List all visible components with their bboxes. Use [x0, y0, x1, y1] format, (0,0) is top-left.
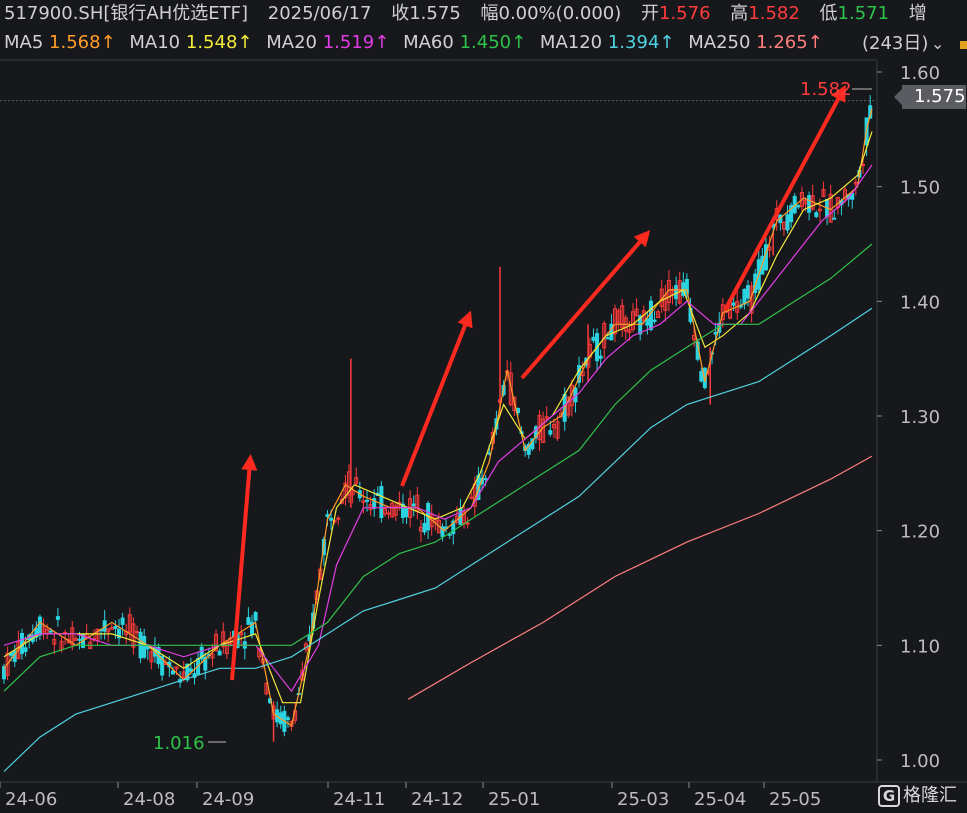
candle-body: [861, 163, 866, 166]
candle-body: [591, 336, 596, 341]
candle-body: [329, 517, 334, 521]
logo-icon: G: [878, 785, 900, 807]
candle-body: [253, 612, 258, 621]
candle-body: [170, 670, 175, 675]
ma-line-ma10: [3, 131, 873, 704]
candle-body: [365, 499, 370, 502]
candle-body: [48, 630, 53, 633]
grid-lines: [0, 59, 967, 783]
candle-body: [465, 522, 470, 525]
current-price-tag: 1.575: [894, 85, 966, 109]
candle-body: [731, 302, 736, 306]
candle-body: [652, 319, 657, 322]
y-tick-label: 1.30: [900, 407, 940, 428]
candle-body: [422, 522, 427, 533]
candle-body: [832, 217, 837, 220]
candle-body: [548, 430, 553, 435]
y-tick-label: 1.10: [900, 636, 940, 657]
x-tick-label: 25-03: [617, 789, 669, 810]
x-tick-label: 24-12: [411, 789, 463, 810]
price-chart[interactable]: 1.001.101.201.301.401.501.60 24-06 24-08 2…: [0, 0, 967, 813]
y-tick-label: 1.40: [900, 292, 940, 313]
trend-arrow: [400, 310, 473, 487]
candle-body: [2, 666, 6, 680]
trend-arrows: [230, 84, 846, 681]
candlesticks: [2, 95, 873, 742]
candle-body: [814, 212, 819, 218]
x-tick-label: 24-06: [5, 789, 57, 810]
candle-body: [23, 647, 28, 652]
candle-body: [188, 668, 193, 672]
candle-body: [386, 512, 391, 515]
candle-body: [285, 717, 290, 720]
candle-body: [134, 631, 139, 634]
candle-body: [742, 288, 747, 305]
y-tick-label: 1.00: [900, 751, 940, 772]
candle-body: [120, 617, 125, 625]
candle-body: [605, 337, 610, 340]
candle-body: [336, 517, 341, 520]
candle-body: [411, 503, 416, 507]
ma-line-ma5: [3, 108, 873, 727]
x-tick-label: 25-05: [769, 789, 821, 810]
x-tick-label: 24-09: [202, 789, 254, 810]
candle-body: [598, 355, 603, 359]
y-tick-label: 1.50: [900, 178, 940, 199]
candle-body: [113, 626, 118, 629]
x-axis: 24-06 24-08 24-09 24-11 24-12 25-01 25-03 25-04…: [0, 782, 821, 810]
logo-text: 格隆汇: [903, 785, 957, 806]
candle-body: [217, 650, 222, 656]
x-tick-label: 25-01: [488, 789, 540, 810]
chart-window: { "header": { "symbol": "517900.SH[银行AH优…: [0, 0, 967, 813]
y-tick-label: 1.60: [900, 63, 940, 84]
trend-arrow: [520, 229, 651, 380]
candle-body: [379, 486, 384, 519]
candle-body: [37, 616, 42, 636]
x-tick-label: 25-04: [694, 789, 746, 810]
moving-average-lines: [3, 108, 873, 772]
x-tick-label: 24-08: [123, 789, 175, 810]
candle-body: [674, 285, 679, 300]
candle-body: [142, 636, 147, 658]
candle-body: [404, 507, 409, 518]
candle-body: [699, 370, 704, 382]
candle-body: [55, 616, 60, 620]
candle-body: [785, 214, 790, 231]
high-marker-label: 1.582: [800, 79, 852, 100]
low-marker-label: 1.016: [153, 733, 205, 754]
watermark-logo: G 格隆汇: [878, 783, 957, 809]
y-tick-label: 1.20: [900, 522, 940, 543]
candle-body: [807, 195, 812, 213]
candle-body: [246, 617, 251, 625]
candle-body: [746, 285, 750, 299]
x-tick-label: 24-11: [333, 789, 385, 810]
ma-line-ma20: [3, 164, 873, 693]
candle-body: [796, 204, 801, 208]
candle-body: [77, 638, 82, 641]
candle-body: [447, 533, 452, 536]
candle-body: [483, 478, 488, 481]
trend-arrow: [230, 454, 258, 681]
candle-body: [648, 300, 653, 331]
y-axis: 1.00 1.10 1.20 1.30 1.40 1.50 1.60: [877, 63, 940, 772]
